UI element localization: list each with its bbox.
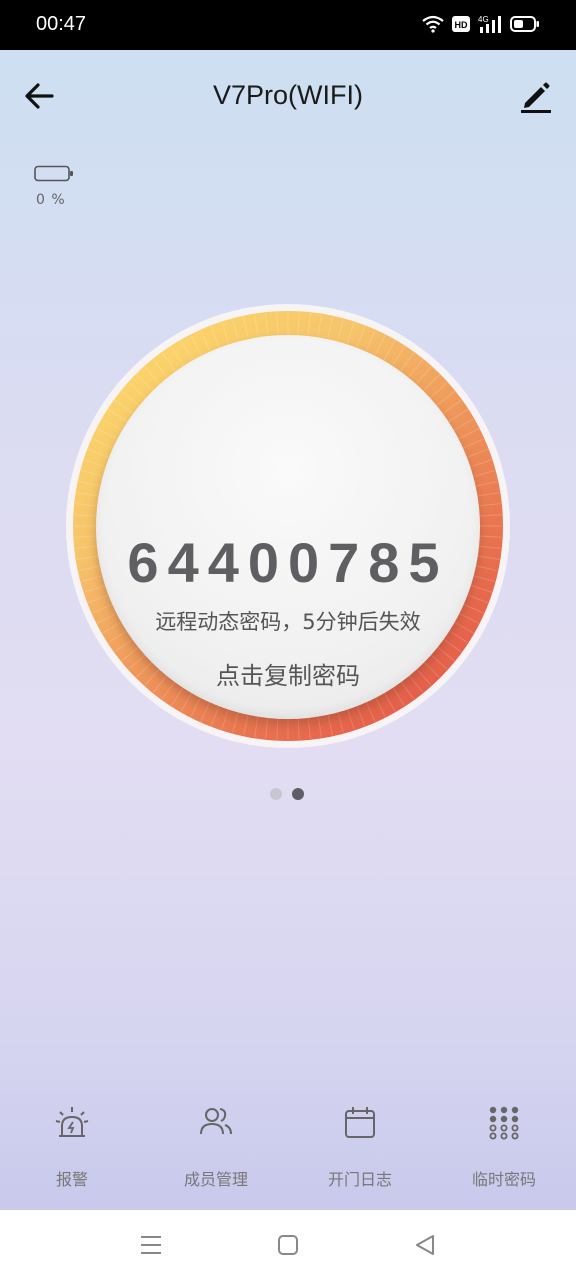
page-dot-1[interactable] xyxy=(270,788,282,800)
nav-temp-password-label: 临时密码 xyxy=(471,1170,536,1189)
status-time: 00:47 xyxy=(36,13,87,35)
copy-password-button[interactable]: 点击复制密码 xyxy=(176,656,400,696)
battery-percent: 0 % xyxy=(36,192,66,208)
system-back-button[interactable] xyxy=(412,1232,438,1258)
battery-status-icon xyxy=(510,16,539,32)
hd-icon: HD xyxy=(452,16,470,32)
dynamic-password: 64400785 xyxy=(127,531,449,594)
svg-text:4G: 4G xyxy=(478,15,489,24)
nav-members[interactable]: 成员管理 xyxy=(144,1100,288,1210)
home-button[interactable] xyxy=(275,1232,301,1258)
wifi-icon xyxy=(422,15,444,33)
status-icons: HD 4G xyxy=(422,14,540,34)
lock-detail-screen: V7Pro(WIFI) 0 % 64400785 远程动态密码，5分钟后失效 点… xyxy=(0,50,576,1210)
battery-icon xyxy=(34,165,73,182)
menu-icon xyxy=(141,1236,161,1254)
nav-alarm-label: 报警 xyxy=(55,1170,88,1189)
nav-alarm[interactable]: 报警 xyxy=(0,1100,144,1210)
status-bar: 00:47 HD 4G xyxy=(0,0,576,50)
bottom-nav: 报警 成员管理 开门日志 临时密码 xyxy=(0,1100,576,1210)
pencil-icon xyxy=(521,82,551,113)
edit-button[interactable] xyxy=(516,76,556,116)
members-icon xyxy=(200,1108,232,1135)
nav-temp-password[interactable]: 临时密码 xyxy=(432,1100,576,1210)
password-description: 远程动态密码，5分钟后失效 xyxy=(155,610,421,634)
nav-unlock-log[interactable]: 开门日志 xyxy=(288,1100,432,1210)
nav-unlock-log-label: 开门日志 xyxy=(327,1170,392,1189)
lock-battery-indicator xyxy=(34,165,76,187)
system-nav-bar xyxy=(0,1210,576,1280)
nav-members-label: 成员管理 xyxy=(183,1170,248,1189)
page-dot-2[interactable] xyxy=(292,788,304,800)
svg-text:HD: HD xyxy=(455,20,468,30)
keypad-icon xyxy=(489,1106,519,1140)
page-indicator xyxy=(270,788,304,800)
menu-button[interactable] xyxy=(138,1232,164,1258)
calendar-icon xyxy=(345,1107,375,1138)
alarm-light-icon xyxy=(55,1107,89,1137)
header: V7Pro(WIFI) xyxy=(0,50,576,146)
square-icon xyxy=(278,1235,298,1255)
cellular-signal-icon: 4G xyxy=(478,15,501,33)
page-title: V7Pro(WIFI) xyxy=(212,80,363,110)
triangle-back-icon xyxy=(416,1235,434,1255)
